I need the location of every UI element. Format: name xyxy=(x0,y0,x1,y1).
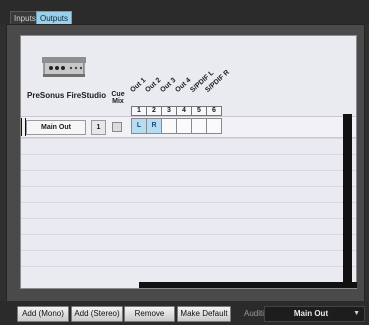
cue-mix-toggle[interactable] xyxy=(112,122,122,132)
device-image xyxy=(42,57,86,77)
chevron-down-icon: ▼ xyxy=(353,310,360,317)
routing-cell[interactable]: L xyxy=(131,118,147,134)
output-label: Out 2 xyxy=(144,76,163,94)
add-stereo-button[interactable]: Add (Stereo) xyxy=(71,306,123,322)
tab-bar: Inputs Outputs xyxy=(0,0,369,25)
audition-value: Main Out xyxy=(293,309,329,318)
routing-grid: PreSonus FireStudio Cue Mix Out 1 Out 2 … xyxy=(20,35,357,289)
add-mono-button[interactable]: Add (Mono) xyxy=(17,306,69,322)
output-label: Out 1 xyxy=(129,76,148,94)
routing-cell[interactable] xyxy=(206,118,222,134)
output-label: Out 3 xyxy=(159,76,178,94)
output-label: Out 4 xyxy=(174,76,193,94)
output-column-number: 1 xyxy=(131,106,147,116)
routing-cell[interactable] xyxy=(161,118,177,134)
output-column-number: 5 xyxy=(191,106,207,116)
cue-mix-label: Cue Mix xyxy=(111,91,125,105)
make-default-button[interactable]: Make Default xyxy=(177,306,231,322)
audition-select[interactable]: Main Out ▼ xyxy=(264,306,365,322)
remove-button[interactable]: Remove xyxy=(124,306,175,322)
output-column-number: 3 xyxy=(161,106,177,116)
routing-cell[interactable] xyxy=(176,118,192,134)
output-column-number: 6 xyxy=(206,106,222,116)
output-column-number: 4 xyxy=(176,106,192,116)
route-number[interactable]: 1 xyxy=(91,120,106,135)
routing-cell[interactable] xyxy=(191,118,207,134)
outputs-panel: PreSonus FireStudio Cue Mix Out 1 Out 2 … xyxy=(6,24,365,302)
vertical-scrollbar[interactable] xyxy=(343,114,352,286)
output-column-number: 2 xyxy=(146,106,162,116)
tab-outputs[interactable]: Outputs xyxy=(36,11,73,25)
route-name[interactable]: Main Out xyxy=(26,120,86,135)
horizontal-scrollbar[interactable] xyxy=(139,282,357,288)
routing-cell[interactable]: R xyxy=(146,118,162,134)
